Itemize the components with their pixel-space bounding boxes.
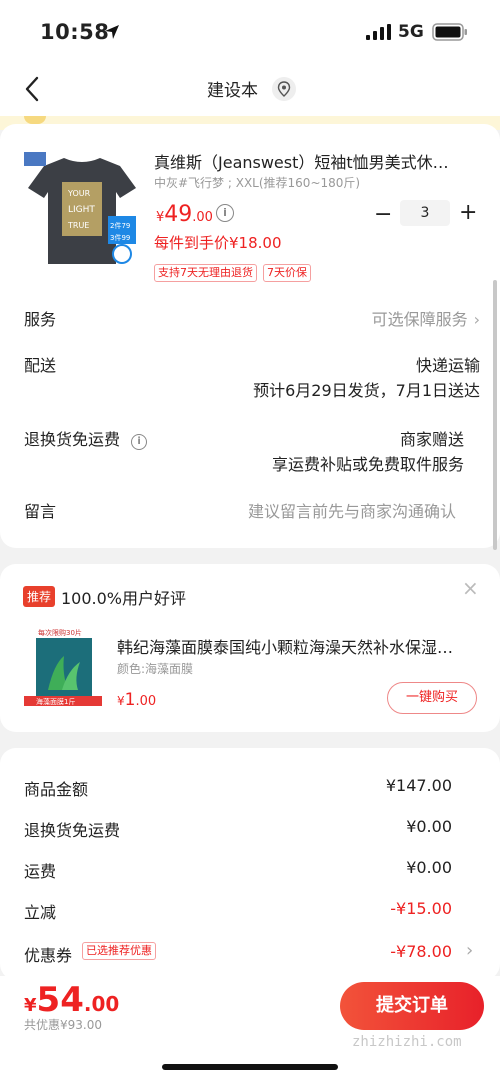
quantity-increase-button[interactable]: +	[459, 200, 477, 225]
banner-icon	[24, 116, 46, 124]
product-promo-text: 2件79	[110, 221, 130, 230]
summary-label: 运费	[24, 862, 57, 881]
return-shipping-label: 退换货免运费 i	[24, 426, 148, 450]
home-indicator[interactable]	[162, 1064, 338, 1070]
location-pin-icon	[277, 81, 291, 97]
delivery-eta: 预计6月29日发货，7月1日送达	[253, 381, 480, 400]
product-promo-text: 3件99	[110, 233, 130, 242]
product-title[interactable]: 真维斯（Jeanswest）短袖t恤男美式休…	[154, 149, 480, 173]
nav-bar: 建设本	[0, 62, 500, 116]
price-decimal: .00	[192, 210, 213, 225]
product-price: ¥49.00	[156, 202, 213, 227]
return-shipping-label-text: 退换货免运费	[24, 430, 121, 449]
scrollbar[interactable]	[493, 280, 497, 550]
product-tags: 支持7天无理由退货 7天价保	[154, 264, 311, 282]
price-currency: ¥	[24, 995, 37, 1016]
info-icon[interactable]: i	[131, 434, 148, 450]
price-integer: 1	[124, 690, 136, 710]
network-type: 5G	[398, 22, 424, 42]
info-icon[interactable]: i	[216, 204, 234, 222]
recommend-product-image[interactable]: 每次限购30片 海藻面膜1斤	[24, 626, 102, 706]
recommend-badge: 推荐	[23, 586, 56, 607]
product-image-text: TRUE	[67, 221, 89, 230]
one-click-buy-button[interactable]: 一键购买	[387, 682, 477, 714]
tag-return-policy: 支持7天无理由退货	[154, 264, 257, 282]
delivery-label: 配送	[24, 356, 57, 375]
summary-label: 退换货免运费	[24, 821, 121, 840]
note-label: 留言	[24, 502, 57, 521]
location-arrow-icon	[105, 25, 119, 39]
recommend-card: 推荐 100.0%用户好评 × 每次限购30片 海藻面膜1斤 韩纪海藻面膜泰国纯…	[0, 564, 500, 732]
service-value: 可选保障服务 ›	[372, 306, 480, 330]
summary-value: ¥147.00	[385, 776, 452, 795]
tshirt-icon: YOUR LIGHT TRUE 2件79 3件99	[24, 152, 136, 264]
recommend-price: ¥1.00	[117, 690, 156, 710]
price-decimal: .00	[135, 694, 157, 709]
summary-value: -¥15.00	[390, 899, 452, 918]
service-label: 服务	[24, 310, 57, 329]
note-input[interactable]: 建议留言前先与商家沟通确认	[248, 498, 456, 522]
checkout-bar: ¥54.00 共优惠¥93.00 提交订单 zhizhizhi.com	[0, 976, 500, 1082]
submit-order-button[interactable]: 提交订单	[340, 982, 484, 1030]
face-mask-pack-icon: 每次限购30片 海藻面膜1斤	[24, 626, 102, 706]
close-icon[interactable]: ×	[462, 576, 479, 600]
quantity-input[interactable]: 3	[400, 200, 450, 226]
tag-price-protect: 7天价保	[263, 264, 311, 282]
delivery-row[interactable]: 配送 快递运输 预计6月29日发货，7月1日送达	[24, 352, 480, 402]
service-value-text: 可选保障服务	[371, 310, 468, 329]
saved-amount: 共优惠¥93.00	[24, 1018, 102, 1032]
price-decimal: .00	[83, 992, 120, 1016]
note-row[interactable]: 留言 建议留言前先与商家沟通确认	[24, 498, 480, 522]
summary-value: ¥0.00	[406, 817, 452, 836]
product-image[interactable]: YOUR LIGHT TRUE 2件79 3件99	[24, 152, 140, 272]
price-summary-card: 商品金额 ¥147.00 退换货免运费 ¥0.00 运费 ¥0.00 立减 -¥…	[0, 748, 500, 980]
summary-label: 商品金额	[24, 780, 89, 799]
recommend-spec: 颜色:海藻面膜	[117, 662, 194, 676]
total-price: ¥54.00	[24, 980, 119, 1020]
signal-icon	[366, 24, 391, 40]
chevron-right-icon: ›	[473, 310, 480, 329]
service-row[interactable]: 服务 可选保障服务 ›	[24, 306, 480, 330]
unit-price: 每件到手价¥18.00	[154, 234, 282, 252]
status-bar: 10:58 5G	[0, 0, 500, 62]
quantity-decrease-button[interactable]: −	[374, 202, 392, 227]
delivery-value: 快递运输	[415, 356, 480, 375]
summary-label: 优惠券	[24, 946, 73, 965]
return-shipping-value: 商家赠送	[399, 430, 464, 449]
price-integer: 54	[36, 980, 84, 1020]
recommend-image-text: 每次限购30片	[38, 628, 82, 637]
chevron-right-icon[interactable]: ›	[466, 940, 473, 961]
battery-icon	[432, 23, 467, 41]
product-image-text: YOUR	[67, 189, 91, 198]
recommend-heading: 100.0%用户好评	[61, 589, 187, 608]
summary-value: -¥78.00	[390, 942, 452, 961]
location-pin-button[interactable]	[272, 77, 296, 101]
summary-value: ¥0.00	[406, 858, 452, 877]
watermark: zhizhizhi.com	[352, 1034, 462, 1050]
return-shipping-row[interactable]: 退换货免运费 i 商家赠送 享运费补贴或免费取件服务	[24, 426, 480, 476]
recommend-title[interactable]: 韩纪海藻面膜泰国纯小颗粒海澡天然补水保湿…	[117, 634, 477, 658]
summary-label: 立减	[24, 903, 57, 922]
status-time: 10:58	[40, 20, 110, 44]
coupon-tag: 已选推荐优惠	[82, 942, 156, 960]
price-currency: ¥	[117, 694, 125, 708]
page-title: 建设本	[207, 81, 258, 101]
price-integer: 49	[164, 202, 193, 227]
product-spec[interactable]: 中灰#飞行梦 ; XXL(推荐160~180斤)	[154, 174, 360, 191]
product-image-text: LIGHT	[68, 205, 95, 215]
order-card: YOUR LIGHT TRUE 2件79 3件99 真维斯（Jeanswest）…	[0, 124, 500, 548]
recommend-image-text: 海藻面膜1斤	[36, 697, 75, 706]
return-shipping-desc: 享运费补贴或免费取件服务	[271, 455, 464, 474]
